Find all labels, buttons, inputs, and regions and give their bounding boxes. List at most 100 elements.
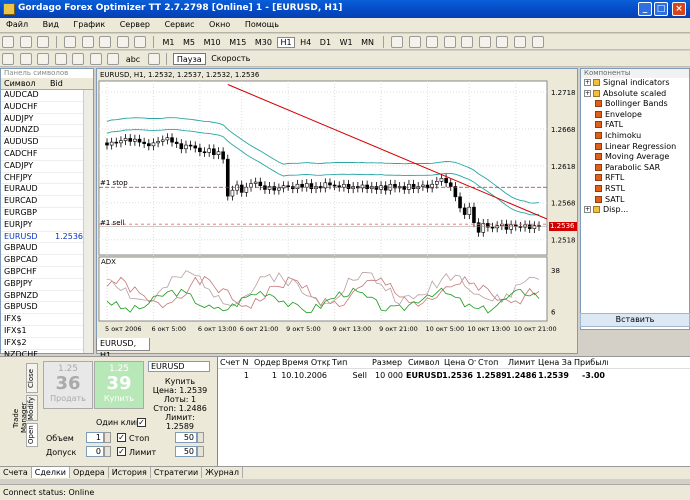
component-item[interactable]: Envelope [581, 110, 689, 121]
insert-button[interactable]: Вставить [580, 313, 690, 327]
expand-icon[interactable]: + [584, 79, 591, 86]
timeframe-m5[interactable]: M5 [180, 37, 198, 48]
chart-tab[interactable]: EURUSD, H1 [96, 338, 150, 360]
symbol-row[interactable]: CHFJPY [1, 173, 93, 185]
slippage-input[interactable]: 0 [86, 446, 104, 457]
symbol-row[interactable]: IFX$1 [1, 326, 93, 338]
cursor-icon[interactable] [2, 53, 14, 65]
component-item[interactable]: + Disp... [581, 205, 689, 216]
buy-button[interactable]: 1.25 39 Купить [94, 361, 144, 409]
component-item[interactable]: Parabolic SAR [581, 163, 689, 174]
symbol-row[interactable]: AUDCAD [1, 90, 93, 102]
windows-icon[interactable] [64, 36, 77, 48]
symbol-row[interactable]: GBPCHF [1, 267, 93, 279]
minimize-button[interactable]: _ [638, 2, 652, 16]
volume-input[interactable]: 1 [86, 432, 104, 443]
settings-icon[interactable] [116, 36, 129, 48]
timeframe-w1[interactable]: W1 [337, 37, 356, 48]
timeframe-m15[interactable]: M15 [226, 37, 249, 48]
component-item[interactable]: Bollinger Bands [581, 99, 689, 110]
timeframe-h1[interactable]: H1 [277, 37, 295, 48]
orders-column-header[interactable]: Время Откр [280, 358, 330, 367]
timeframe-d1[interactable]: D1 [317, 37, 334, 48]
volume-spinner[interactable] [104, 432, 111, 443]
menu-server[interactable]: Сервер [114, 18, 156, 31]
fibonacci-icon[interactable] [107, 53, 120, 65]
component-item[interactable]: FATL [581, 120, 689, 131]
menu-view[interactable]: Вид [37, 18, 65, 31]
component-item[interactable]: SATL [581, 195, 689, 206]
column-symbol[interactable]: Символ [1, 78, 47, 89]
grid-icon[interactable] [513, 36, 526, 48]
component-item[interactable]: RSTL [581, 184, 689, 195]
component-item[interactable]: + Signal indicators [581, 78, 689, 89]
tab-history[interactable]: История [109, 467, 151, 478]
menu-window[interactable]: Окно [203, 18, 236, 31]
symbol-row[interactable]: CADCHF [1, 149, 93, 161]
tools-icon[interactable] [134, 36, 147, 48]
slippage-spinner[interactable] [104, 446, 111, 457]
orders-column-header[interactable]: Прибыль [572, 358, 608, 367]
symbol-row[interactable]: AUDNZD [1, 125, 93, 138]
zoom-out-icon[interactable] [496, 36, 509, 48]
component-item[interactable]: Moving Average [581, 152, 689, 163]
symbol-row[interactable]: GBPUSD [1, 302, 93, 315]
orders-column-header[interactable]: Символ [406, 358, 442, 367]
symbol-row[interactable]: EURGBP [1, 208, 93, 220]
symbol-row[interactable]: GBPAUD [1, 243, 93, 256]
tab-close[interactable]: Close [26, 363, 38, 393]
save-icon[interactable] [37, 36, 50, 48]
timeframe-h4[interactable]: H4 [297, 37, 314, 48]
order-row[interactable]: 1 1 10.10.2006 Sell 10 000 EURUSD 1.2536 1.2589… [218, 369, 690, 381]
symbol-row[interactable]: EURUSD 1.2536 [1, 232, 93, 244]
symbol-row[interactable]: GBPCAD [1, 255, 93, 267]
text-tool[interactable]: abc [123, 54, 143, 65]
channel-icon[interactable] [89, 53, 102, 65]
maximize-button[interactable]: □ [654, 2, 668, 16]
timeframe-mn[interactable]: MN [358, 37, 377, 48]
timeframe-m1[interactable]: M1 [159, 37, 177, 48]
open-folder-icon[interactable] [19, 36, 32, 48]
vertical-line-icon[interactable] [37, 53, 50, 65]
limit-checkbox[interactable]: ✓ [117, 447, 126, 456]
orders-column-header[interactable]: Цена Зак [536, 358, 572, 367]
zoom-in-icon[interactable] [478, 36, 491, 48]
symbol-row[interactable]: GBPJPY [1, 279, 93, 291]
orders-column-header[interactable]: Тип [330, 358, 370, 367]
candles-icon[interactable] [408, 36, 421, 48]
chart-shift-icon[interactable] [461, 36, 474, 48]
line-chart-icon[interactable] [426, 36, 439, 48]
symbol-row[interactable]: IFX$ [1, 314, 93, 326]
tab-deals[interactable]: Сделки [31, 467, 70, 478]
symbols-scrollbar[interactable] [83, 90, 93, 353]
one-click-checkbox[interactable]: ✓ [137, 418, 146, 427]
timeframe-m10[interactable]: M10 [201, 37, 224, 48]
new-icon[interactable] [2, 36, 14, 48]
window-icon[interactable] [81, 36, 94, 48]
tab-journal[interactable]: Журнал [202, 467, 243, 478]
profile-icon[interactable] [99, 36, 112, 48]
auto-scroll-icon[interactable] [443, 36, 456, 48]
orders-column-header[interactable]: Счет N [218, 358, 252, 367]
column-bid[interactable]: Bid [47, 78, 66, 89]
symbol-row[interactable]: AUDJPY [1, 114, 93, 126]
horizontal-line-icon[interactable] [54, 53, 67, 65]
tab-strategies[interactable]: Стратегии [151, 467, 203, 478]
menu-file[interactable]: Файл [0, 18, 34, 31]
symbol-row[interactable]: IFX$2 [1, 338, 93, 350]
component-item[interactable]: Ichimoku [581, 131, 689, 142]
chart-svg[interactable]: 38 6 1.2718 1.2668 1.2618 1.2568 1.2518 5 окт… [97, 69, 579, 339]
pause-button[interactable]: Пауза [172, 53, 206, 65]
speed-dropdown[interactable]: Скорость [208, 54, 253, 63]
symbol-row[interactable]: EURJPY [1, 220, 93, 232]
symbol-row[interactable]: AUDUSD [1, 137, 93, 149]
tab-accounts[interactable]: Счета [0, 467, 32, 478]
trendline-icon[interactable] [72, 53, 85, 65]
stop-spinner[interactable] [197, 432, 204, 443]
symbol-row[interactable]: EURAUD [1, 184, 93, 197]
expand-icon[interactable]: + [584, 206, 591, 214]
limit-input[interactable]: 50 [175, 446, 197, 457]
orders-column-header[interactable]: Лимит [506, 358, 536, 367]
symbol-select[interactable]: EURUSD [148, 361, 210, 372]
component-item[interactable]: + Absolute scaled [581, 89, 689, 100]
